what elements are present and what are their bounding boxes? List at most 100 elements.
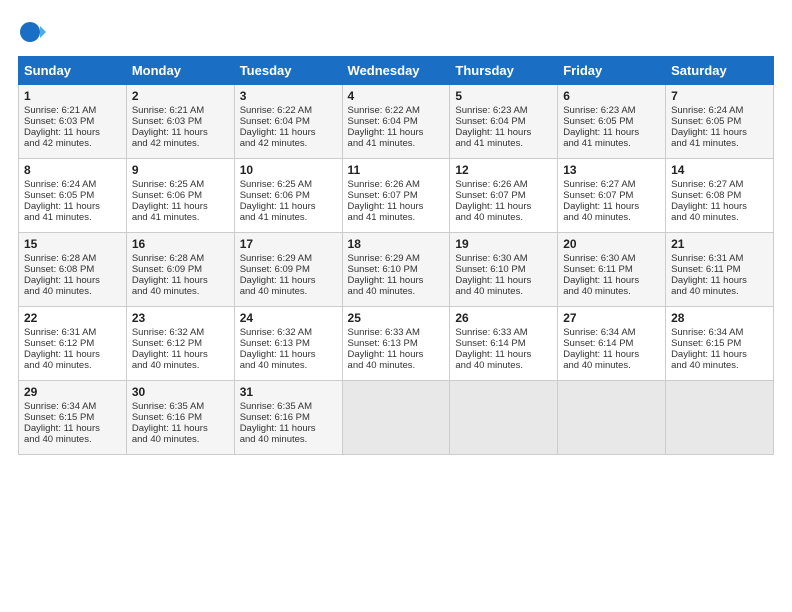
calendar-table: SundayMondayTuesdayWednesdayThursdayFrid…	[18, 56, 774, 455]
day-info-line: Sunset: 6:13 PM	[240, 338, 337, 349]
day-info-line: and 41 minutes.	[348, 138, 445, 149]
day-number: 18	[348, 237, 445, 251]
day-cell: 10Sunrise: 6:25 AMSunset: 6:06 PMDayligh…	[234, 159, 342, 233]
day-info-line: Daylight: 11 hours	[671, 127, 768, 138]
day-info-line: and 42 minutes.	[240, 138, 337, 149]
day-info-line: and 40 minutes.	[132, 434, 229, 445]
day-info-line: Sunrise: 6:22 AM	[240, 105, 337, 116]
day-info-line: Sunset: 6:09 PM	[240, 264, 337, 275]
day-info-line: and 42 minutes.	[24, 138, 121, 149]
day-info-line: Sunset: 6:09 PM	[132, 264, 229, 275]
day-cell: 9Sunrise: 6:25 AMSunset: 6:06 PMDaylight…	[126, 159, 234, 233]
day-cell: 20Sunrise: 6:30 AMSunset: 6:11 PMDayligh…	[558, 233, 666, 307]
day-info-line: Sunrise: 6:35 AM	[240, 401, 337, 412]
day-info-line: Daylight: 11 hours	[455, 349, 552, 360]
col-header-friday: Friday	[558, 57, 666, 85]
day-info-line: Sunset: 6:11 PM	[563, 264, 660, 275]
day-info-line: Sunrise: 6:34 AM	[563, 327, 660, 338]
day-info-line: Daylight: 11 hours	[455, 201, 552, 212]
day-info-line: Daylight: 11 hours	[348, 201, 445, 212]
day-info-line: Sunrise: 6:30 AM	[455, 253, 552, 264]
day-info-line: Sunset: 6:16 PM	[132, 412, 229, 423]
day-info-line: Sunrise: 6:27 AM	[671, 179, 768, 190]
day-info-line: Sunrise: 6:23 AM	[563, 105, 660, 116]
day-info-line: Sunrise: 6:26 AM	[348, 179, 445, 190]
day-number: 7	[671, 89, 768, 103]
day-info-line: Daylight: 11 hours	[671, 275, 768, 286]
day-info-line: Daylight: 11 hours	[24, 423, 121, 434]
day-number: 23	[132, 311, 229, 325]
day-info-line: Daylight: 11 hours	[455, 127, 552, 138]
day-info-line: Daylight: 11 hours	[132, 423, 229, 434]
day-info-line: Daylight: 11 hours	[24, 127, 121, 138]
day-info-line: Sunrise: 6:32 AM	[240, 327, 337, 338]
day-info-line: Daylight: 11 hours	[132, 275, 229, 286]
day-number: 31	[240, 385, 337, 399]
day-info-line: Daylight: 11 hours	[563, 349, 660, 360]
day-cell: 21 Sunrise: 6:31 AMSunset: 6:11 PMDayligh…	[666, 233, 774, 307]
day-number: 16	[132, 237, 229, 251]
day-info-line: and 41 minutes.	[24, 212, 121, 223]
day-info-line: Daylight: 11 hours	[563, 275, 660, 286]
day-number: 12	[455, 163, 552, 177]
day-info-line: and 40 minutes.	[240, 286, 337, 297]
day-info-line: Sunrise: 6:34 AM	[24, 401, 121, 412]
day-info-line: Sunset: 6:04 PM	[455, 116, 552, 127]
day-cell: 15Sunrise: 6:28 AMSunset: 6:08 PMDayligh…	[19, 233, 127, 307]
day-info-line: and 40 minutes.	[348, 360, 445, 371]
day-info-line: Daylight: 11 hours	[348, 127, 445, 138]
col-header-saturday: Saturday	[666, 57, 774, 85]
day-number: 17	[240, 237, 337, 251]
day-info-line: Sunrise: 6:25 AM	[132, 179, 229, 190]
day-number: 11	[348, 163, 445, 177]
day-info-line: Sunset: 6:11 PM	[671, 264, 768, 275]
day-info-line: Daylight: 11 hours	[132, 349, 229, 360]
day-number: 29	[24, 385, 121, 399]
day-info-line: Sunset: 6:07 PM	[348, 190, 445, 201]
day-info-line: Sunset: 6:12 PM	[132, 338, 229, 349]
col-header-monday: Monday	[126, 57, 234, 85]
day-info-line: Daylight: 11 hours	[132, 127, 229, 138]
day-info-line: Daylight: 11 hours	[455, 275, 552, 286]
day-number: 13	[563, 163, 660, 177]
day-number: 26	[455, 311, 552, 325]
day-cell	[666, 381, 774, 455]
day-info-line: and 41 minutes.	[563, 138, 660, 149]
day-info-line: Sunrise: 6:35 AM	[132, 401, 229, 412]
day-cell: 26Sunrise: 6:33 AMSunset: 6:14 PMDayligh…	[450, 307, 558, 381]
day-info-line: Sunrise: 6:25 AM	[240, 179, 337, 190]
day-info-line: and 40 minutes.	[455, 360, 552, 371]
day-info-line: Daylight: 11 hours	[24, 201, 121, 212]
day-number: 8	[24, 163, 121, 177]
day-cell: 2Sunrise: 6:21 AMSunset: 6:03 PMDaylight…	[126, 85, 234, 159]
day-info-line: and 41 minutes.	[455, 138, 552, 149]
week-row-1: 1Sunrise: 6:21 AMSunset: 6:03 PMDaylight…	[19, 85, 774, 159]
day-info-line: and 40 minutes.	[24, 360, 121, 371]
day-info-line: Daylight: 11 hours	[671, 349, 768, 360]
day-number: 21	[671, 237, 768, 251]
day-info-line: Daylight: 11 hours	[24, 349, 121, 360]
day-number: 9	[132, 163, 229, 177]
day-info-line: and 40 minutes.	[563, 360, 660, 371]
day-info-line: Sunrise: 6:21 AM	[24, 105, 121, 116]
day-info-line: Sunset: 6:04 PM	[240, 116, 337, 127]
day-info-line: Sunset: 6:08 PM	[671, 190, 768, 201]
day-cell	[558, 381, 666, 455]
day-info-line: Daylight: 11 hours	[240, 201, 337, 212]
day-cell	[342, 381, 450, 455]
day-info-line: Sunrise: 6:29 AM	[348, 253, 445, 264]
day-info-line: Sunrise: 6:31 AM	[671, 253, 768, 264]
calendar-page: SundayMondayTuesdayWednesdayThursdayFrid…	[0, 0, 792, 612]
day-info-line: Sunrise: 6:33 AM	[348, 327, 445, 338]
col-header-tuesday: Tuesday	[234, 57, 342, 85]
day-info-line: Sunrise: 6:21 AM	[132, 105, 229, 116]
day-info-line: Sunset: 6:14 PM	[455, 338, 552, 349]
day-info-line: and 40 minutes.	[563, 286, 660, 297]
day-info-line: Sunset: 6:05 PM	[671, 116, 768, 127]
day-info-line: Sunset: 6:15 PM	[24, 412, 121, 423]
day-number: 20	[563, 237, 660, 251]
day-info-line: Sunrise: 6:24 AM	[24, 179, 121, 190]
day-number: 1	[24, 89, 121, 103]
day-cell: 13Sunrise: 6:27 AMSunset: 6:07 PMDayligh…	[558, 159, 666, 233]
week-row-2: 8Sunrise: 6:24 AMSunset: 6:05 PMDaylight…	[19, 159, 774, 233]
